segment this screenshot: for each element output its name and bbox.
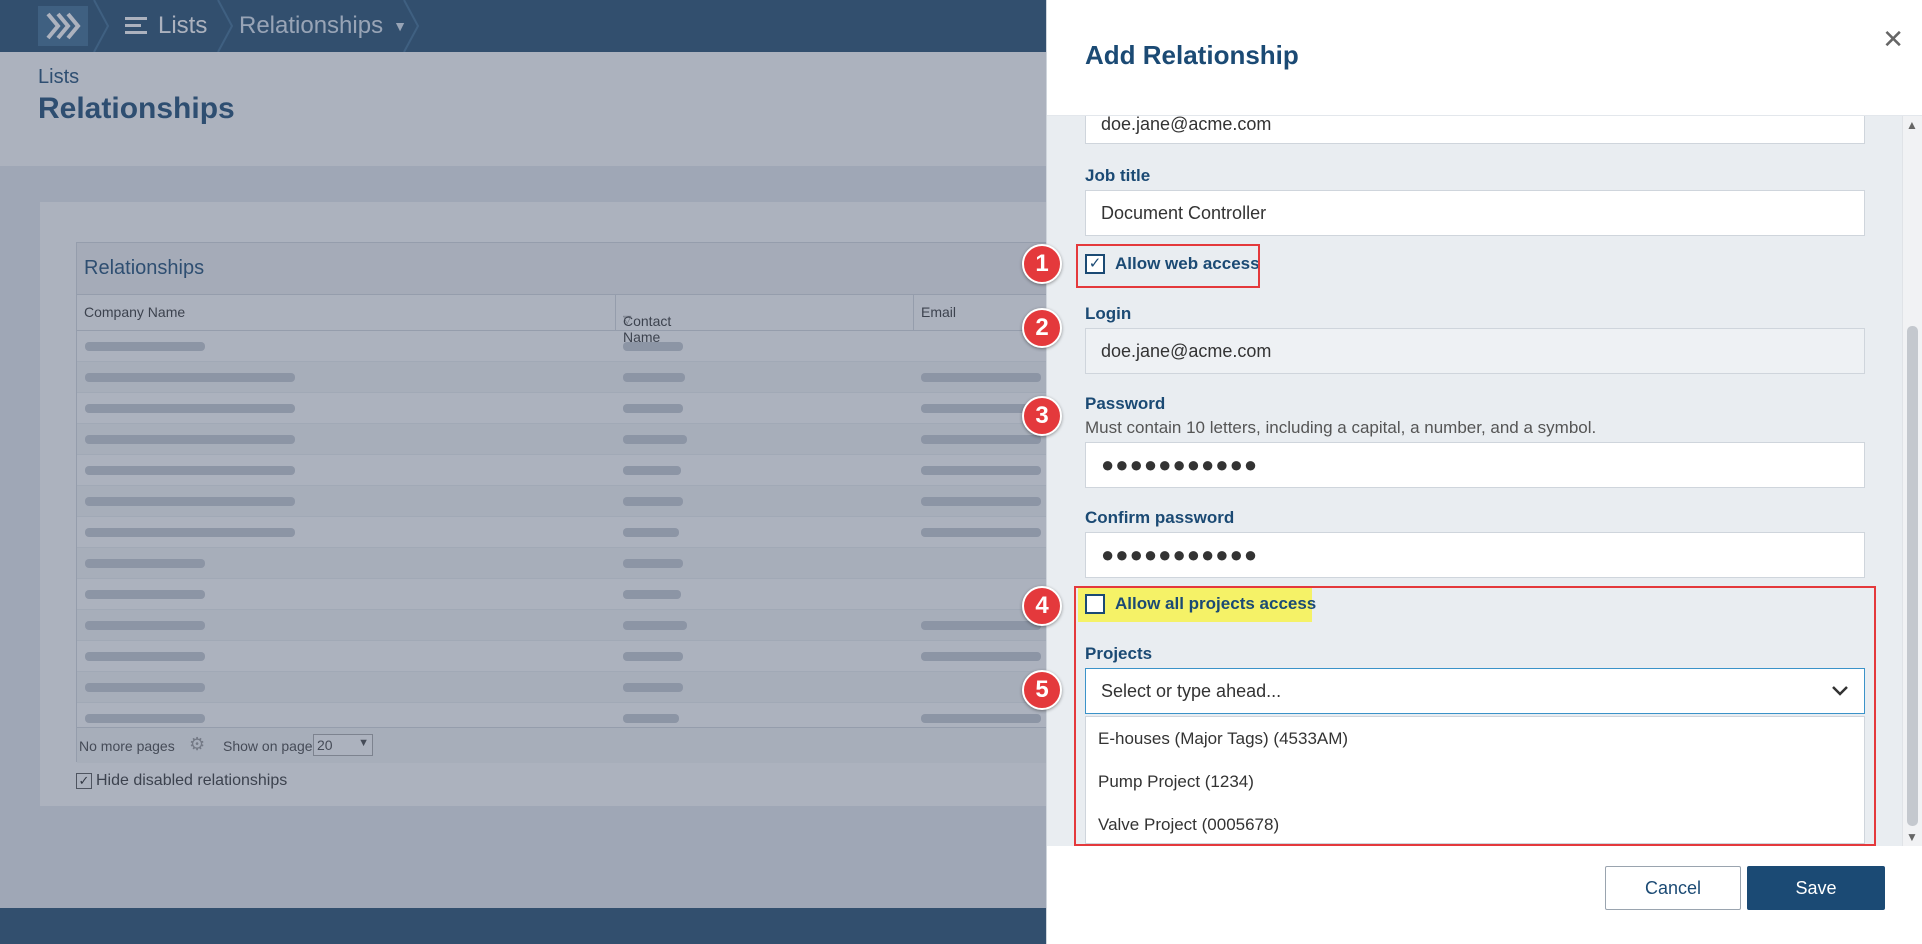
confirm-password-field[interactable]: ●●●●●●●●●●● xyxy=(1085,532,1865,578)
password-label: Password xyxy=(1085,394,1166,413)
login-label: Login xyxy=(1085,304,1132,323)
save-button[interactable]: Save xyxy=(1747,866,1885,910)
confirm-password-label: Confirm password xyxy=(1085,508,1235,527)
scroll-up-icon[interactable]: ▲ xyxy=(1906,118,1918,132)
dialog-scrollbar[interactable]: ▲ ▼ xyxy=(1902,116,1922,846)
email-field[interactable]: doe.jane@acme.com xyxy=(1085,116,1865,144)
dialog-footer: Cancel Save xyxy=(1047,846,1922,944)
password-field[interactable]: ●●●●●●●●●●● xyxy=(1085,442,1865,488)
annotation-box-web-access xyxy=(1076,244,1260,288)
cancel-button[interactable]: Cancel xyxy=(1605,866,1741,910)
annotation-marker-4: 4 xyxy=(1022,586,1062,626)
login-field[interactable]: doe.jane@acme.com xyxy=(1085,328,1865,374)
scroll-thumb[interactable] xyxy=(1907,326,1918,826)
annotation-marker-2: 2 xyxy=(1022,308,1062,348)
annotation-marker-1: 1 xyxy=(1022,244,1062,284)
annotation-marker-5: 5 xyxy=(1022,670,1062,710)
close-icon[interactable]: ✕ xyxy=(1882,24,1904,55)
job-title-field[interactable]: Document Controller xyxy=(1085,190,1865,236)
modal-backdrop[interactable] xyxy=(0,0,1046,944)
annotation-marker-3: 3 xyxy=(1022,396,1062,436)
dialog-title: Add Relationship xyxy=(1085,40,1299,70)
password-help-text: Must contain 10 letters, including a cap… xyxy=(1085,418,1597,437)
job-title-label: Job title xyxy=(1085,166,1151,185)
scroll-down-icon[interactable]: ▼ xyxy=(1906,830,1918,844)
dialog-header: Add Relationship ✕ xyxy=(1047,0,1922,116)
annotation-box-projects xyxy=(1074,586,1876,846)
